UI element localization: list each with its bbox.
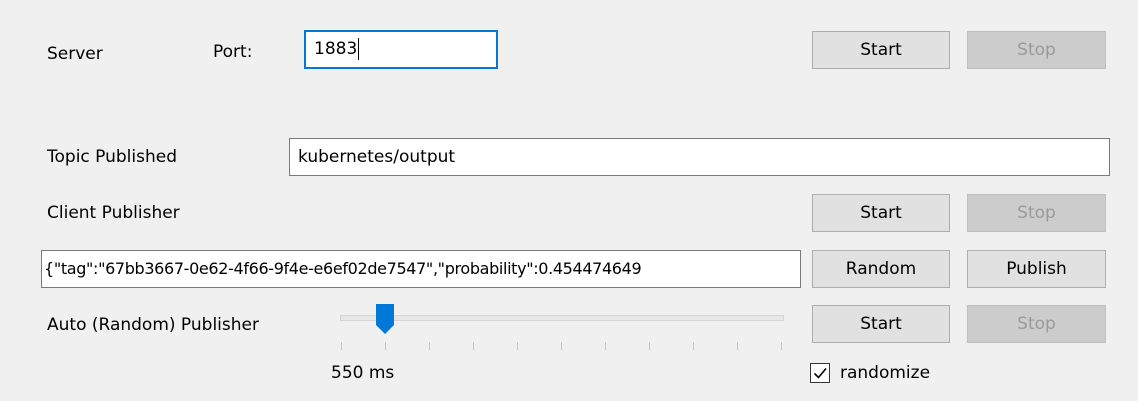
port-label: Port: <box>213 42 253 62</box>
port-input[interactable]: 1883 <box>304 30 498 69</box>
publish-button[interactable]: Publish <box>967 250 1106 288</box>
slider-tick <box>341 342 342 350</box>
server-start-button[interactable]: Start <box>812 31 950 69</box>
interval-value-label: 550 ms <box>331 363 395 383</box>
slider-tick <box>385 342 386 350</box>
server-label: Server <box>47 44 103 64</box>
slider-tick <box>737 342 738 350</box>
client-publisher-label: Client Publisher <box>47 203 180 223</box>
text-caret <box>358 38 360 60</box>
auto-random-publisher-label: Auto (Random) Publisher <box>47 315 259 335</box>
topic-input[interactable]: kubernetes/output <box>289 138 1110 176</box>
port-input-value: 1883 <box>314 39 358 59</box>
client-publisher-start-button[interactable]: Start <box>812 194 950 232</box>
random-button[interactable]: Random <box>812 250 950 288</box>
slider-thumb[interactable] <box>375 303 395 335</box>
topic-published-label: Topic Published <box>47 147 178 167</box>
server-stop-button[interactable]: Stop <box>967 31 1106 69</box>
slider-tick <box>561 342 562 350</box>
slider-tick <box>693 342 694 350</box>
client-publisher-stop-button[interactable]: Stop <box>967 194 1106 232</box>
slider-tick <box>605 342 606 350</box>
message-input[interactable]: {"tag":"67bb3667-0e62-4f66-9f4e-e6ef02de… <box>41 250 801 288</box>
slider-tick <box>781 342 782 350</box>
slider-tick <box>517 342 518 350</box>
randomize-label: randomize <box>840 363 931 383</box>
slider-tick <box>649 342 650 350</box>
auto-publisher-start-button[interactable]: Start <box>812 305 950 343</box>
slider-track <box>340 315 784 321</box>
interval-slider[interactable] <box>336 303 786 355</box>
auto-publisher-stop-button[interactable]: Stop <box>967 305 1106 343</box>
checkmark-icon <box>813 367 827 379</box>
randomize-option[interactable]: randomize <box>810 362 970 386</box>
randomize-checkbox[interactable] <box>810 363 830 383</box>
slider-tick <box>473 342 474 350</box>
slider-tick <box>429 342 430 350</box>
